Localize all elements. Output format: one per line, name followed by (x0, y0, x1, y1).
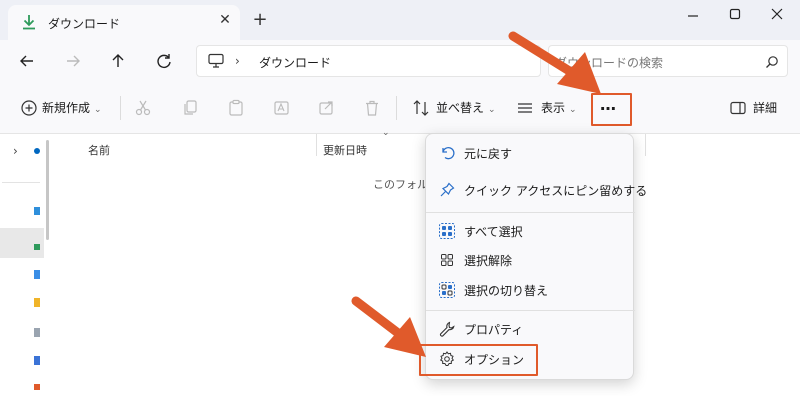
videos-icon[interactable] (34, 356, 40, 365)
undo-icon (442, 147, 455, 160)
tab-close-icon[interactable]: ✕ (217, 12, 233, 28)
pin-icon (440, 182, 455, 197)
title-bar: ダウンロード ✕ + (0, 0, 800, 40)
details-pane-icon (730, 101, 746, 115)
new-tab-button[interactable]: + (252, 11, 268, 29)
breadcrumb-separator: › (235, 54, 240, 68)
breadcrumb[interactable]: ダウンロード (259, 54, 331, 71)
menu-item-label: 選択の切り替え (464, 284, 549, 298)
sort-button[interactable]: 並べ替え ⌄ (436, 98, 496, 118)
cut-icon[interactable] (134, 99, 152, 117)
desktop-icon[interactable] (34, 207, 40, 215)
close-window-icon[interactable] (762, 4, 792, 24)
rename-icon[interactable] (273, 99, 291, 117)
menu-item-label: クイック アクセスにピン留めする (464, 184, 648, 198)
column-header-modified[interactable]: 更新日時 (323, 142, 367, 158)
menu-separator (426, 212, 635, 213)
menu-item-label: すべて選択 (464, 225, 523, 239)
minimize-icon[interactable] (678, 4, 708, 24)
view-icon (518, 103, 532, 113)
column-divider[interactable] (645, 134, 646, 156)
nav-item-selected[interactable] (0, 228, 44, 258)
downloads-nav-icon (34, 244, 40, 250)
download-icon (23, 15, 35, 30)
divider (396, 96, 397, 120)
forward-icon[interactable] (62, 50, 84, 72)
menu-item-undo[interactable]: 元に戻す (430, 139, 631, 167)
documents-icon[interactable] (34, 270, 40, 279)
annotation-arrow (351, 296, 426, 357)
folder-icon[interactable] (34, 384, 40, 390)
sort-button-label: 並べ替え (436, 101, 485, 115)
details-button[interactable]: 詳細 (753, 98, 777, 118)
pictures-icon[interactable] (34, 298, 40, 307)
tab-downloads[interactable]: ダウンロード ✕ (8, 5, 240, 40)
sort-chevron-icon: ⌄ (382, 128, 390, 138)
invert-selection-icon (439, 282, 455, 298)
expand-chevron-icon[interactable]: › (13, 144, 18, 158)
back-icon[interactable] (16, 50, 38, 72)
chevron-down-icon: ⌄ (488, 105, 496, 115)
empty-folder-message: このフォルダーは空です。 (373, 178, 428, 191)
divider (120, 96, 121, 120)
new-plus-icon (21, 100, 37, 116)
menu-item-label: 選択解除 (464, 254, 513, 268)
menu-separator (426, 310, 635, 311)
annotation-arrow (508, 31, 601, 94)
new-button[interactable]: 新規作成 ⌄ (42, 98, 102, 118)
home-icon[interactable] (34, 148, 40, 154)
new-button-label: 新規作成 (42, 101, 91, 115)
menu-item-label: 元に戻す (464, 147, 513, 161)
delete-icon[interactable] (363, 99, 381, 117)
share-icon[interactable] (318, 99, 336, 117)
select-all-icon (439, 223, 455, 239)
tab-title: ダウンロード (48, 17, 121, 31)
nav-scrollbar[interactable] (46, 140, 49, 240)
address-bar[interactable]: › ダウンロード (196, 45, 541, 77)
chevron-down-icon: ⌄ (569, 105, 577, 115)
copy-icon[interactable] (181, 99, 199, 117)
menu-item-invert-selection[interactable]: 選択の切り替え (430, 276, 631, 304)
navigation-pane: › (0, 134, 46, 396)
navigation-bar: › ダウンロード ダウンロードの検索 (0, 40, 800, 82)
column-divider[interactable] (316, 134, 317, 156)
menu-item-select-none[interactable]: 選択解除 (430, 246, 631, 274)
refresh-icon[interactable] (153, 50, 175, 72)
sort-icon (413, 100, 429, 116)
view-button[interactable]: 表示 ⌄ (541, 98, 577, 118)
wrench-icon (439, 321, 455, 337)
computer-icon (208, 53, 224, 68)
menu-item-properties[interactable]: プロパティ (430, 315, 631, 343)
highlight-box-options (419, 344, 538, 376)
view-button-label: 表示 (541, 101, 566, 115)
search-icon (766, 56, 778, 68)
menu-item-label: プロパティ (464, 323, 524, 337)
maximize-icon[interactable] (720, 4, 750, 24)
paste-icon[interactable] (227, 99, 245, 117)
music-icon[interactable] (34, 328, 40, 337)
command-bar: 新規作成 ⌄ 並べ替え ⌄ 表示 ⌄ … 詳細 (0, 82, 800, 134)
chevron-down-icon: ⌄ (94, 105, 102, 115)
select-none-icon (441, 254, 453, 266)
see-more-menu: 元に戻す クイック アクセスにピン留めする すべて選択 選択解除 選択の切り替え… (425, 133, 647, 380)
menu-item-pin-quick-access[interactable]: クイック アクセスにピン留めする (430, 176, 647, 204)
up-icon[interactable] (107, 50, 129, 72)
menu-item-select-all[interactable]: すべて選択 (430, 217, 631, 245)
column-header-name[interactable]: 名前 (88, 142, 110, 158)
divider (2, 182, 40, 183)
